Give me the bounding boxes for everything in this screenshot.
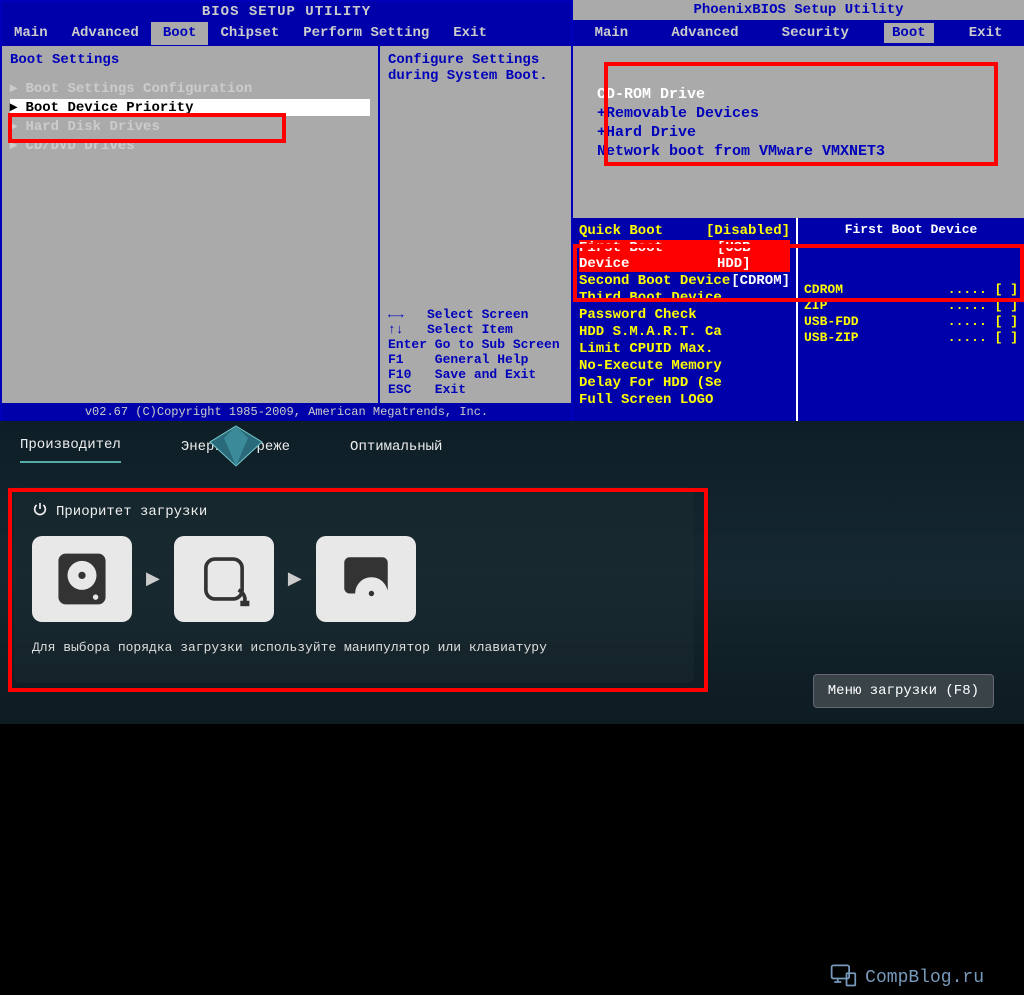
ami-tab-main[interactable]: Main bbox=[2, 22, 60, 45]
phoenix-tab-exit[interactable]: Exit bbox=[961, 23, 1011, 43]
ami-help: Configure Settings during System Boot. bbox=[388, 52, 563, 84]
award-opt[interactable]: ZIP..... [ ] bbox=[804, 298, 1018, 313]
uefi-tab-performance[interactable]: Производител bbox=[20, 437, 121, 463]
ami-item-boot-priority[interactable]: Boot Device Priority bbox=[10, 99, 370, 116]
award-second-boot[interactable]: Second Boot Device[CDROM] bbox=[579, 273, 790, 289]
uefi-tab-optimal[interactable]: Оптимальный bbox=[350, 439, 442, 463]
award-row[interactable]: Quick Boot[Disabled] bbox=[579, 223, 790, 239]
ami-tab-advanced[interactable]: Advanced bbox=[60, 22, 151, 45]
ami-tab-chipset[interactable]: Chipset bbox=[208, 22, 291, 45]
phoenix-boot-list: CD-ROM Drive +Removable Devices +Hard Dr… bbox=[573, 46, 1024, 200]
phoenix-tab-boot[interactable]: Boot bbox=[884, 23, 934, 43]
boot-priority-icons: ▶ ▶ bbox=[32, 536, 676, 622]
phoenix-tab-main[interactable]: Main bbox=[587, 23, 637, 43]
ami-tabs: Main Advanced Boot Chipset Perform Setti… bbox=[2, 22, 571, 46]
uefi-tabs: Производител Энергосбереже Оптимальный bbox=[0, 421, 1024, 463]
uefi-hint: Для выбора порядка загрузки используйте … bbox=[32, 640, 676, 655]
ami-item-boot-config[interactable]: Boot Settings Configuration bbox=[10, 80, 370, 97]
ami-title: BIOS SETUP UTILITY bbox=[2, 2, 571, 22]
usb-icon[interactable] bbox=[174, 536, 274, 622]
ami-tab-boot[interactable]: Boot bbox=[151, 22, 209, 45]
cd-icon[interactable] bbox=[316, 536, 416, 622]
award-popup-title: First Boot Device bbox=[804, 222, 1018, 237]
ami-item-hdd-drives[interactable]: Hard Disk Drives bbox=[10, 118, 370, 135]
award-opt[interactable]: USB-ZIP..... [ ] bbox=[804, 330, 1018, 345]
phoenix-bios: PhoenixBIOS Setup Utility Main Advanced … bbox=[573, 0, 1024, 218]
award-first-boot[interactable]: First Boot Device[USB-HDD] bbox=[579, 240, 790, 272]
uefi-bios: Производител Энергосбереже Оптимальный П… bbox=[0, 421, 1024, 724]
monitor-icon bbox=[829, 961, 857, 995]
phoenix-item-network[interactable]: Network boot from VMware VMXNET3 bbox=[597, 143, 1000, 160]
award-opt[interactable]: CDROM..... [ ] bbox=[804, 282, 1018, 297]
ami-key-hints: ←→ Select Screen ↑↓ Select Item Enter Go… bbox=[388, 307, 563, 397]
phoenix-item-removable[interactable]: +Removable Devices bbox=[597, 105, 1000, 122]
phoenix-item-cdrom[interactable]: CD-ROM Drive bbox=[597, 86, 1000, 103]
phoenix-tab-security[interactable]: Security bbox=[774, 23, 857, 43]
gem-icon bbox=[206, 424, 266, 468]
award-row[interactable]: Password Check bbox=[579, 307, 790, 323]
award-opt[interactable]: USB-FDD..... [ ] bbox=[804, 314, 1018, 329]
award-third-boot[interactable]: Third Boot Device bbox=[579, 290, 790, 306]
boot-menu-button[interactable]: Меню загрузки (F8) bbox=[813, 674, 994, 708]
award-row[interactable]: Delay For HDD (Se bbox=[579, 375, 790, 391]
award-row[interactable]: HDD S.M.A.R.T. Ca bbox=[579, 324, 790, 340]
uefi-boot-panel: Приоритет загрузки ▶ ▶ Для выбора порядк… bbox=[14, 487, 694, 683]
award-right: First Boot Device CDROM..... [ ] ZIP....… bbox=[798, 218, 1024, 421]
ami-heading: Boot Settings bbox=[10, 52, 370, 68]
ami-bios: BIOS SETUP UTILITY Main Advanced Boot Ch… bbox=[0, 0, 573, 421]
chevron-right-icon: ▶ bbox=[288, 568, 302, 590]
phoenix-title: PhoenixBIOS Setup Utility bbox=[573, 0, 1024, 20]
ami-body: Boot Settings Boot Settings Configuratio… bbox=[2, 46, 571, 403]
award-row[interactable]: Full Screen LOGO bbox=[579, 392, 790, 408]
phoenix-tabs: Main Advanced Security Boot Exit bbox=[573, 20, 1024, 46]
ami-right-pane: Configure Settings during System Boot. ←… bbox=[380, 46, 571, 403]
ami-left-pane: Boot Settings Boot Settings Configuratio… bbox=[2, 46, 380, 403]
ami-footer: v02.67 (C)Copyright 1985-2009, American … bbox=[2, 403, 571, 421]
power-icon bbox=[32, 501, 48, 522]
award-bios: Quick Boot[Disabled] First Boot Device[U… bbox=[573, 218, 1024, 421]
hdd-icon[interactable] bbox=[32, 536, 132, 622]
ami-tab-perform[interactable]: Perform Setting bbox=[291, 22, 441, 45]
brand-watermark: CompBlog.ru bbox=[829, 961, 984, 995]
phoenix-item-hdd[interactable]: +Hard Drive bbox=[597, 124, 1000, 141]
award-row[interactable]: No-Execute Memory bbox=[579, 358, 790, 374]
award-left: Quick Boot[Disabled] First Boot Device[U… bbox=[573, 218, 798, 421]
award-row[interactable]: Limit CPUID Max. bbox=[579, 341, 790, 357]
ami-tab-exit[interactable]: Exit bbox=[441, 22, 499, 45]
uefi-panel-title: Приоритет загрузки bbox=[32, 501, 676, 522]
ami-item-cd-drives[interactable]: CD/DVD Drives bbox=[10, 137, 370, 154]
phoenix-tab-advanced[interactable]: Advanced bbox=[663, 23, 746, 43]
chevron-right-icon: ▶ bbox=[146, 568, 160, 590]
